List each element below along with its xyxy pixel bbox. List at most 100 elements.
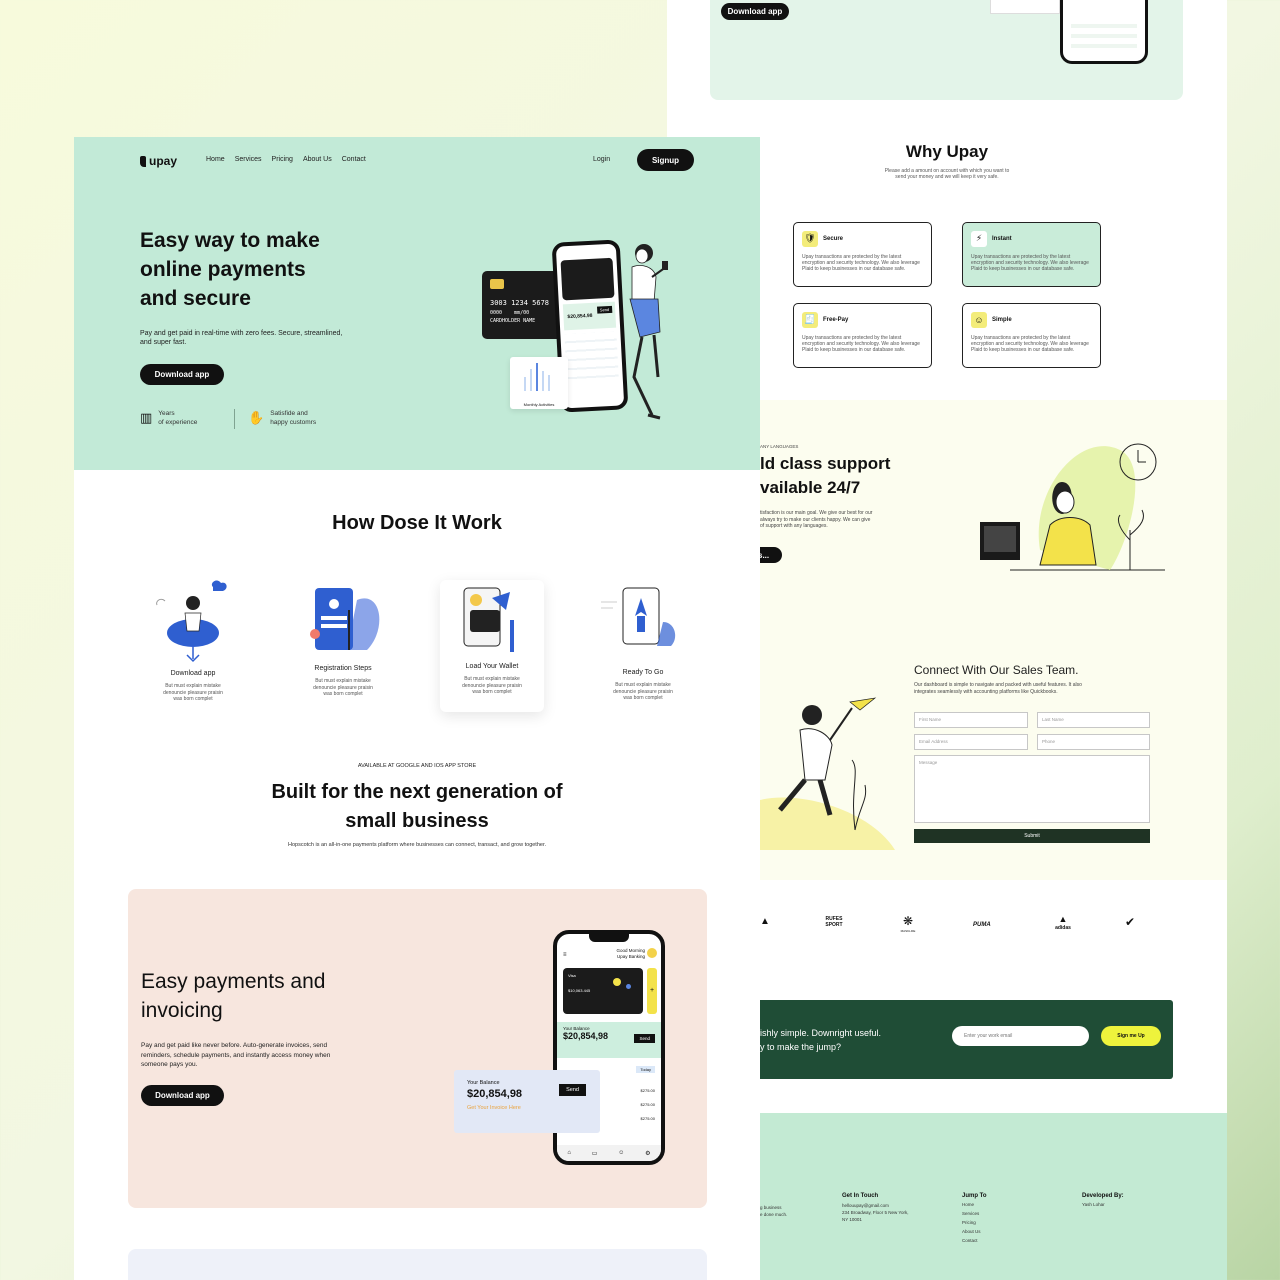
phone-tab-bar: ⌂ ▭ ☺ ⚙	[557, 1145, 661, 1161]
footer-link-pricing[interactable]: Pricing	[962, 1218, 987, 1227]
newsletter-line1: ishly simple. Downright useful.	[760, 1028, 882, 1038]
add-card-button[interactable]: +	[647, 968, 657, 1014]
dashboard-preview	[990, 0, 1060, 14]
txn-amount: $275.00	[640, 1102, 655, 1107]
settings-icon[interactable]: ⚙	[645, 1150, 650, 1157]
feature-card-free-pay: 🧾 Free-Pay Upay transactions are protecte…	[793, 303, 932, 368]
phone-card: Visa $10,063.445	[563, 968, 643, 1014]
nav-contact[interactable]: Contact	[342, 156, 366, 163]
how-it-works-title: How Dose It Work	[332, 512, 502, 534]
monthly-activity-chart	[524, 363, 550, 391]
download-app-button-hero[interactable]: Download app	[140, 364, 224, 385]
footer-about: g business e done much.	[760, 1204, 787, 1218]
why-upay-title: Why Upay	[905, 142, 989, 161]
monthly-activity-card: Monthly Activities	[510, 357, 568, 409]
stat-years: ▥ Years of experience	[140, 409, 197, 427]
nav-pricing[interactable]: Pricing	[272, 156, 293, 163]
step-desc-line3: was born complet	[623, 695, 663, 701]
phone-bank: Upay Banking	[616, 954, 645, 959]
phone-input[interactable]: Phone	[1037, 734, 1150, 750]
built-desc: Hopscotch is an all-in-one payments plat…	[287, 842, 547, 848]
work-email-input[interactable]: Enter your work email	[952, 1026, 1089, 1046]
feature-card-simple: ☺ Simple Upay transactions are protected …	[962, 303, 1101, 368]
built-title-line1: Built for the next generation of	[271, 781, 563, 803]
txn-amount: $275.00	[640, 1116, 655, 1121]
footer-jump-title: Jump To	[962, 1193, 987, 1199]
hero-title: Easy way to make online payments and sec…	[140, 226, 320, 313]
menu-icon[interactable]: ≡	[563, 952, 567, 958]
email-address-input[interactable]: Email Address	[914, 734, 1028, 750]
next-section-card	[128, 1249, 707, 1280]
invoice-section: Easy payments and invoicing Pay and get …	[128, 889, 707, 1208]
support-agent-illustration	[980, 443, 1165, 571]
card-icon[interactable]: ▭	[592, 1150, 598, 1157]
feature-title: Free-Pay	[823, 316, 849, 323]
home-icon[interactable]: ⌂	[567, 1150, 571, 1156]
card-expiry: mm/00	[514, 310, 530, 316]
download-app-button-invoice[interactable]: Download app	[141, 1085, 224, 1106]
nav-about-us[interactable]: About Us	[303, 156, 332, 163]
contact-desc-line1: Our dashboard is simple to navigate and …	[914, 682, 1082, 688]
why-upay-subtitle: Please add a amount on account with whic…	[760, 168, 1134, 180]
card-chip-icon	[490, 279, 504, 289]
contact-desc-line2: integrates seamlessly with accounting pl…	[914, 689, 1058, 695]
hero-title-line2: online payments	[140, 258, 306, 281]
step-title: Load Your Wallet	[465, 663, 519, 670]
invoice-title: Easy payments and invoicing	[141, 967, 325, 1025]
logo[interactable]: upay	[140, 154, 177, 168]
footer-about-line1: g business	[760, 1205, 782, 1210]
support-section: ANY LANGUAGES ld class support vailable …	[754, 400, 1227, 880]
phone-balance-panel: $20,854.98 Send	[562, 301, 617, 331]
signup-button[interactable]: Signup	[637, 149, 694, 171]
brand-logo-masklife-icon: ❋	[902, 914, 914, 928]
support-desc: tisfaction is our main goal. We give our…	[760, 510, 872, 530]
hero-title-line3: and secure	[140, 287, 251, 310]
footer-link-contact[interactable]: Contact	[962, 1236, 987, 1245]
message-textarea[interactable]: Message	[914, 755, 1150, 823]
footer-link-about-us[interactable]: About Us	[962, 1227, 987, 1236]
feature-card-instant: ⚡ Instant Upay transactions are protected…	[962, 222, 1101, 287]
footer-link-services[interactable]: Services	[962, 1209, 987, 1218]
submit-button[interactable]: Submit	[914, 829, 1150, 843]
woman-with-phone-illustration	[629, 244, 668, 420]
built-title-line2: small business	[345, 810, 489, 832]
support-desc-line1: tisfaction is our main goal. We give our…	[760, 510, 873, 516]
get-invoice-link[interactable]: Get Your Invoice Here	[467, 1105, 587, 1111]
phone-card	[560, 257, 615, 301]
hero-section: upay Home Services Pricing About Us Cont…	[74, 137, 760, 470]
popup-send-button[interactable]: Send	[559, 1084, 586, 1096]
step-desc-line3: was born complet	[173, 696, 213, 702]
support-title: ld class support vailable 24/7	[760, 452, 890, 500]
brand-logo-adidas-icon: ▲	[1058, 914, 1068, 924]
footer-link-home[interactable]: Home	[962, 1200, 987, 1209]
card-holder: CARDHOLDER NAME	[490, 318, 536, 324]
newsletter-banner: ishly simple. Downright useful. y to mak…	[760, 1000, 1173, 1079]
phone-send-button[interactable]: Send	[634, 1034, 655, 1043]
support-title-line1: ld class support	[760, 454, 891, 473]
last-name-input[interactable]: Last Name	[1037, 712, 1150, 728]
feature-desc: Upay transactions are protected by the l…	[971, 254, 1089, 272]
nav-services[interactable]: Services	[235, 156, 262, 163]
brand-logo-puma: PUMA	[973, 922, 991, 928]
download-app-button-top[interactable]: Download app	[721, 3, 789, 20]
login-link[interactable]: Login	[593, 156, 610, 163]
invoice-title-line1: Easy payments and	[141, 970, 326, 993]
hero-title-line1: Easy way to make	[140, 229, 320, 252]
support-eyebrow: ANY LANGUAGES	[760, 444, 799, 449]
nav-home[interactable]: Home	[206, 156, 225, 163]
step-desc-line3: was born complet	[323, 691, 363, 697]
bar-chart-icon: ▥	[140, 410, 153, 425]
footer: g business e done much. Get In Touch hel…	[760, 1113, 1227, 1280]
first-name-input[interactable]: First Name	[914, 712, 1028, 728]
invoice-title-line2: invoicing	[141, 999, 223, 1022]
user-icon[interactable]: ☺	[618, 1150, 624, 1156]
sign-me-up-button[interactable]: Sign me Up	[1101, 1026, 1161, 1046]
newsletter-line2: y to make the jump?	[760, 1042, 842, 1052]
step-title: Ready To Go	[622, 669, 664, 676]
card-sub1: 0000	[490, 310, 503, 316]
step-load-wallet: Load Your Wallet But must explain mistak…	[440, 580, 544, 712]
phone-send-button: Send	[596, 305, 613, 314]
brand-logo-nike: ✔	[1125, 915, 1136, 929]
footer-email-link[interactable]: hellouupay@gmail.com	[842, 1202, 908, 1209]
phone-transactions	[564, 331, 619, 385]
